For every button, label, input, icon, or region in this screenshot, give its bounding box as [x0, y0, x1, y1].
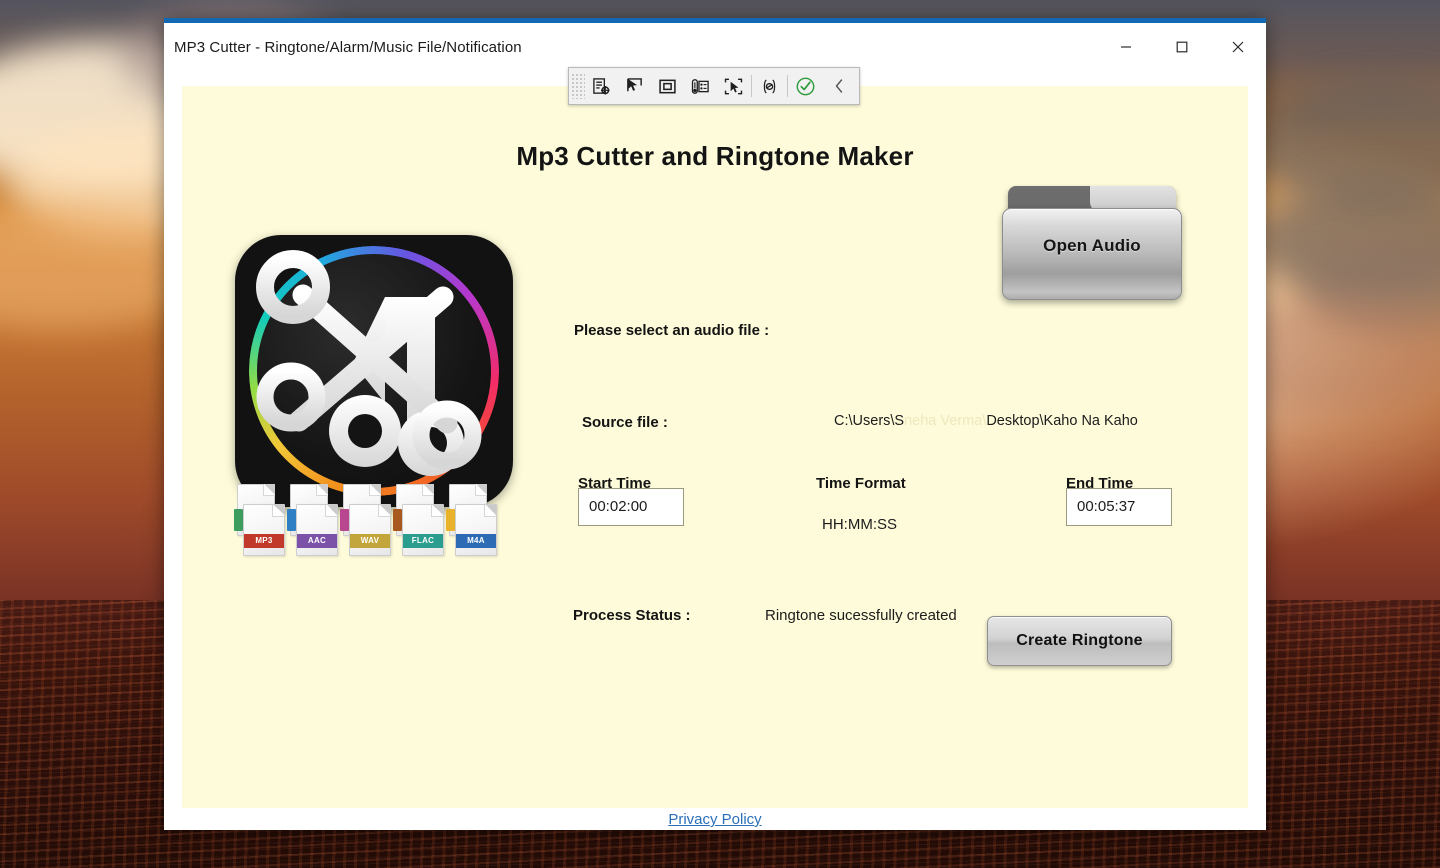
mp3-cutter-app-logo [235, 235, 513, 507]
source-path-prefix: C:\Users\S [834, 413, 905, 429]
supported-format-icons: MP3 AAC WAV FLAC M4A [234, 484, 500, 556]
application-window: MP3 Cutter - Ringtone/Alarm/Music File/N… [164, 18, 1266, 830]
maximize-icon [1176, 41, 1188, 53]
desktop-wallpaper: MP3 Cutter - Ringtone/Alarm/Music File/N… [0, 0, 1440, 868]
frame-box-icon[interactable] [651, 70, 684, 102]
format-label: FLAC [403, 534, 443, 548]
format-label: M4A [456, 534, 496, 548]
create-ringtone-label: Create Ringtone [1016, 632, 1143, 649]
source-path-suffix: Desktop\Kaho Na Kaho [986, 413, 1138, 429]
collapse-chevron-icon[interactable] [822, 70, 855, 102]
toolbar-separator [751, 75, 752, 97]
close-icon [1232, 41, 1244, 53]
validate-check-icon[interactable] [789, 70, 822, 102]
format-tab [234, 509, 243, 531]
start-time-input[interactable]: 00:02:00 [578, 488, 684, 526]
drag-grip[interactable] [571, 73, 585, 99]
source-file-path: C:\Users\Sneha Verma\Desktop\Kaho Na Kah… [834, 413, 1138, 429]
page-title: Mp3 Cutter and Ringtone Maker [516, 141, 914, 171]
folder-front-icon: Open Audio [1002, 208, 1182, 300]
format-tab [393, 509, 402, 531]
code-snippet-icon[interactable] [753, 70, 786, 102]
app-content-area: Mp3 Cutter and Ringtone Maker MP3 AAC WA… [182, 86, 1248, 828]
format-tab [287, 509, 296, 531]
toolbar-separator [787, 75, 788, 97]
select-file-prompt: Please select an audio file : [574, 322, 770, 339]
pointer-select-icon[interactable] [618, 70, 651, 102]
minimize-button[interactable] [1098, 23, 1154, 71]
close-button[interactable] [1210, 23, 1266, 71]
format-tab [446, 509, 455, 531]
privacy-policy-link[interactable]: Privacy Policy [182, 811, 1248, 828]
floating-inspector-toolbar[interactable] [568, 67, 860, 105]
format-label: WAV [350, 534, 390, 548]
format-tab [340, 509, 349, 531]
format-icon: FLAC [393, 484, 444, 556]
end-time-input[interactable]: 00:05:37 [1066, 488, 1172, 526]
format-icon: WAV [340, 484, 391, 556]
format-icon: AAC [287, 484, 338, 556]
capture-region-icon[interactable] [717, 70, 750, 102]
format-label: AAC [297, 534, 337, 548]
create-ringtone-button[interactable]: Create Ringtone [987, 616, 1172, 666]
process-status-label: Process Status : [573, 607, 691, 624]
properties-panel-icon[interactable] [684, 70, 717, 102]
window-controls [1098, 23, 1266, 78]
format-icon: M4A [446, 484, 497, 556]
open-audio-label: Open Audio [1043, 236, 1141, 255]
source-path-masked: neha Verma\ [904, 413, 987, 429]
minimize-icon [1120, 41, 1132, 53]
time-format-value: HH:MM:SS [822, 516, 897, 533]
source-file-label: Source file : [582, 414, 668, 431]
scissors-music-note-glyph [256, 250, 482, 476]
open-audio-button[interactable]: Open Audio [1002, 186, 1182, 301]
format-label: MP3 [244, 534, 284, 548]
time-format-label: Time Format [816, 475, 906, 492]
inspect-element-icon[interactable] [585, 70, 618, 102]
format-icon: MP3 [234, 484, 285, 556]
process-status-value: Ringtone sucessfully created [765, 607, 957, 624]
maximize-button[interactable] [1154, 23, 1210, 71]
window-title: MP3 Cutter - Ringtone/Alarm/Music File/N… [174, 39, 522, 56]
